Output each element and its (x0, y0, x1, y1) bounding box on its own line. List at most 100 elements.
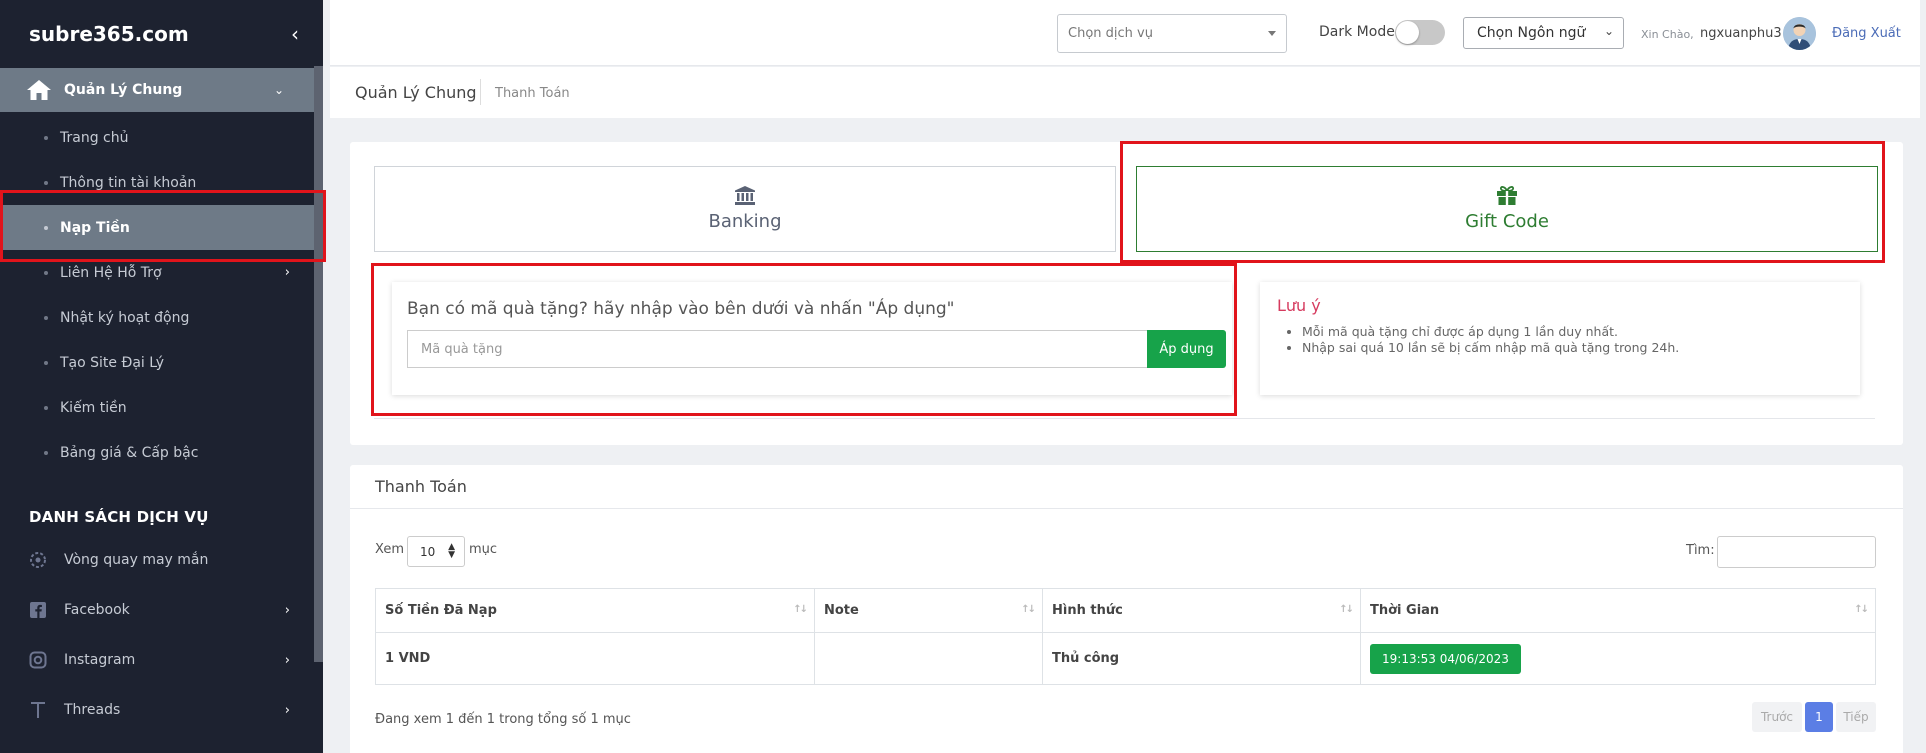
cell-note (814, 632, 1043, 685)
bullet-icon (44, 180, 48, 185)
bullet-icon (44, 270, 48, 275)
avatar[interactable] (1783, 17, 1816, 50)
chevron-right-icon: › (284, 652, 290, 668)
sidebar-item-label: Liên Hệ Hỗ Trợ (60, 264, 162, 281)
column-header-time[interactable]: Thời Gian ↑↓ (1360, 588, 1876, 633)
chevron-left-icon[interactable]: ‹ (291, 22, 299, 46)
sidebar-item-trang-chu[interactable]: Trang chủ (0, 115, 314, 160)
list-item: Mỗi mã quà tặng chỉ được áp dụng 1 lần d… (1302, 324, 1679, 340)
bank-icon (735, 186, 755, 205)
sidebar-item-instagram[interactable]: Instagram › (0, 635, 314, 685)
sidebar-item-label: Bảng giá & Cấp bậc (60, 444, 199, 461)
threads-icon (29, 701, 47, 719)
breadcrumb-current: Thanh Toán (495, 86, 570, 101)
search-label: Tìm: (1686, 543, 1715, 558)
sidebar-item-label: Instagram (64, 652, 136, 668)
section-title: Thanh Toán (375, 477, 467, 496)
language-select-value: Chọn Ngôn ngữ (1477, 25, 1586, 41)
wheel-icon (29, 551, 47, 569)
note-panel: Lưu ý Mỗi mã quà tặng chỉ được áp dụng 1… (1260, 282, 1860, 395)
divider (350, 508, 1903, 509)
column-label: Thời Gian (1370, 603, 1440, 618)
time-badge: 19:13:53 04/06/2023 (1370, 643, 1521, 674)
chevron-right-icon: › (284, 602, 290, 618)
page-title: Quản Lý Chung (355, 83, 477, 102)
bullet-icon (44, 450, 48, 455)
sidebar-item-label: Facebook (64, 602, 130, 618)
table-info: Đang xem 1 đến 1 trong tổng số 1 mục (375, 712, 631, 727)
chevron-right-icon: › (284, 265, 290, 280)
facebook-icon (29, 601, 47, 619)
divider (374, 418, 1875, 419)
sidebar-item-vong-quay[interactable]: Vòng quay may mắn (0, 535, 314, 585)
cell-method: Thủ công (1042, 632, 1361, 685)
topbar: Chọn dịch vụ Dark Mode Chọn Ngôn ngữ ⌄ X… (330, 0, 1920, 66)
sidebar-item-tao-site-dai-ly[interactable]: Tạo Site Đại Lý (0, 340, 314, 385)
sidebar-item-facebook[interactable]: Facebook › (0, 585, 314, 635)
pagination-prev[interactable]: Trước (1752, 702, 1802, 732)
sidebar-section-title: DANH SÁCH DỊCH VỤ (29, 508, 209, 526)
page-length-value: 10 (420, 545, 436, 559)
sort-icon: ↑↓ (793, 604, 808, 615)
home-icon (27, 80, 51, 100)
bullet-icon (44, 135, 48, 140)
history-table: Số Tiền Đã Nạp ↑↓ Note ↑↓ Hình thức ↑↓ Thời… (375, 588, 1876, 685)
dark-mode-label: Dark Mode (1319, 24, 1395, 40)
sidebar-item-label: Vòng quay may mắn (64, 552, 209, 568)
caret-down-icon (1268, 31, 1276, 36)
sort-updown-icon: ▲ ▼ (448, 542, 455, 560)
bullet-icon (44, 360, 48, 365)
pagination-page-1[interactable]: 1 (1805, 702, 1833, 732)
sidebar-item-threads[interactable]: Threads › (0, 685, 314, 735)
column-label: Note (824, 603, 859, 618)
logout-link[interactable]: Đăng Xuất (1832, 26, 1901, 41)
sidebar-item-label: Tạo Site Đại Lý (60, 354, 165, 371)
pagination-next[interactable]: Tiếp (1836, 702, 1876, 732)
bullet-icon (44, 405, 48, 410)
instagram-icon (29, 651, 47, 669)
show-entries-label: Xem (375, 542, 404, 557)
sidebar-item-label: Nhật ký hoạt động (60, 309, 190, 326)
breadcrumb-divider (480, 79, 481, 105)
chevron-down-icon: ⌄ (273, 83, 284, 97)
dark-mode-toggle[interactable] (1395, 20, 1445, 45)
payment-history-card: Thanh Toán Xem 10 ▲ ▼ mục Tìm: Số Tiền Đã… (350, 465, 1903, 753)
column-header-amount[interactable]: Số Tiền Đã Nạp ↑↓ (375, 588, 815, 633)
tab-label: Banking (708, 211, 782, 232)
sidebar-scrollbar[interactable] (314, 66, 323, 662)
sidebar-item-nhat-ky-hoat-dong[interactable]: Nhật ký hoạt động (0, 295, 314, 340)
brand-title[interactable]: subre365.com (29, 22, 189, 46)
service-select-value: Chọn dịch vụ (1068, 26, 1153, 41)
column-label: Số Tiền Đã Nạp (385, 603, 497, 618)
column-header-note[interactable]: Note ↑↓ (814, 588, 1043, 633)
chevron-right-icon: › (284, 702, 290, 718)
list-item: Nhập sai quá 10 lần sẽ bị cấm nhập mã qu… (1302, 340, 1679, 356)
username: ngxuanphu3 (1700, 26, 1782, 41)
brand-bar: subre365.com ‹ (0, 0, 323, 68)
language-select[interactable]: Chọn Ngôn ngữ ⌄ (1463, 17, 1624, 49)
show-entries-suffix: mục (469, 542, 498, 557)
sidebar-group-label: Quản Lý Chung (64, 82, 183, 98)
search-input[interactable] (1717, 536, 1876, 568)
column-header-method[interactable]: Hình thức ↑↓ (1042, 588, 1361, 633)
table-row: 1 VND Thủ công 19:13:53 04/06/2023 (375, 632, 1876, 685)
cell-amount: 1 VND (375, 632, 815, 685)
greeting: Xin Chào, (1641, 28, 1694, 41)
sort-icon: ↑↓ (1854, 604, 1869, 615)
sidebar-item-label: Threads (64, 702, 121, 718)
service-select[interactable]: Chọn dịch vụ (1057, 14, 1287, 53)
sidebar-item-bang-gia[interactable]: Bảng giá & Cấp bậc (0, 430, 314, 475)
note-title: Lưu ý (1277, 296, 1321, 315)
sidebar-item-label: Kiếm tiền (60, 399, 127, 416)
sidebar-group-quan-ly-chung[interactable]: Quản Lý Chung ⌄ (0, 68, 314, 112)
sidebar-item-label: Thông tin tài khoản (60, 174, 197, 191)
bullet-icon (44, 315, 48, 320)
page-length-select[interactable]: 10 ▲ ▼ (407, 536, 465, 567)
sidebar: subre365.com ‹ Quản Lý Chung ⌄ Trang chủ… (0, 0, 323, 753)
tab-banking[interactable]: Banking (374, 166, 1116, 252)
sort-icon: ↑↓ (1021, 604, 1036, 615)
column-label: Hình thức (1052, 603, 1123, 618)
sort-icon: ↑↓ (1339, 604, 1354, 615)
toggle-knob (1396, 21, 1419, 44)
sidebar-item-kiem-tien[interactable]: Kiếm tiền (0, 385, 314, 430)
